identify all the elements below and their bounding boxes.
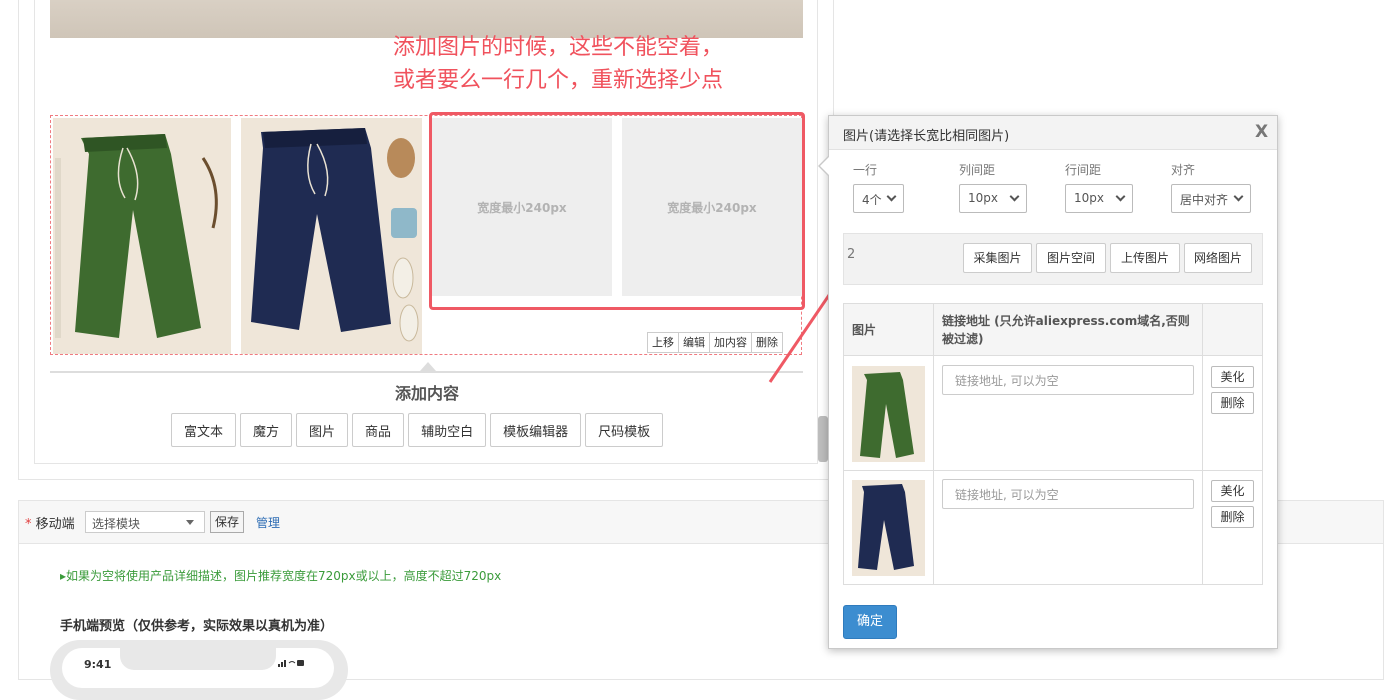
upload-image-button[interactable]: 上传图片 (1110, 243, 1180, 273)
align-value: 居中对齐 (1180, 193, 1229, 207)
template-editor-button[interactable]: 模板编辑器 (490, 413, 582, 447)
chevron-down-icon (886, 191, 897, 202)
row-link-input[interactable]: 链接地址, 可以为空 (942, 365, 1194, 395)
phone-status-icons (278, 658, 304, 670)
spacer-button[interactable]: 辅助空白 (408, 413, 487, 447)
chevron-down-icon (1233, 191, 1244, 202)
align-select[interactable]: 居中对齐 (1171, 184, 1251, 213)
dialog-title: 图片(请选择长宽比相同图片) (843, 129, 1010, 144)
per-row-label: 一行 (853, 163, 878, 177)
per-row-value: 4个 (862, 193, 882, 207)
chevron-down-icon (1115, 191, 1126, 202)
mobile-preview-title: 手机端预览（仅供参考，实际效果以真机为准） (60, 619, 334, 634)
module-select[interactable]: 选择模块 (85, 511, 205, 533)
empty-slots-highlight (429, 112, 805, 310)
row-gap-select[interactable]: 10px (1065, 184, 1133, 213)
chevron-down-icon (1009, 191, 1020, 202)
phone-time: 9:41 (84, 658, 112, 671)
phone-notch (120, 648, 276, 670)
beautify-button[interactable]: 美化 (1211, 480, 1254, 502)
image-count: 2 (847, 247, 856, 262)
mobile-tip-text: 如果为空将使用产品详细描述，图片推荐宽度在720px或以上，高度不超过720px (66, 569, 502, 583)
table-row-divider (844, 470, 1262, 471)
manage-link[interactable]: 管理 (256, 514, 280, 531)
annotation-line-1: 添加图片的时候，这些不能空着， (393, 35, 724, 60)
size-template-button[interactable]: 尺码模板 (585, 413, 664, 447)
add-content-mini-button[interactable]: 加内容 (709, 332, 752, 353)
col-image-header: 图片 (852, 323, 877, 337)
collect-images-button[interactable]: 采集图片 (963, 243, 1032, 273)
mobile-tip: ▸如果为空将使用产品详细描述，图片推荐宽度在720px或以上，高度不超过720p… (60, 567, 501, 584)
table-col-divider (933, 304, 934, 584)
magic-cube-button[interactable]: 魔方 (240, 413, 293, 447)
confirm-button[interactable]: 确定 (843, 605, 897, 639)
row-link-input[interactable]: 链接地址, 可以为空 (942, 479, 1194, 509)
product-button[interactable]: 商品 (352, 413, 405, 447)
dialog-pointer-inner (820, 156, 830, 176)
image-button[interactable]: 图片 (296, 413, 349, 447)
edit-button[interactable]: 编辑 (678, 332, 710, 353)
green-pants-image (53, 118, 231, 354)
beautify-button[interactable]: 美化 (1211, 366, 1254, 388)
move-up-button[interactable]: 上移 (647, 332, 679, 353)
col-gap-value: 10px (968, 191, 998, 205)
row-gap-value: 10px (1074, 191, 1104, 205)
col-link-header: 链接地址 (只允许aliexpress.com域名,否则被过滤) (942, 314, 1190, 346)
mobile-label-text: 移动端 (35, 517, 75, 532)
close-icon[interactable]: X (1255, 122, 1268, 142)
row-thumbnail-navy (852, 480, 925, 576)
align-label: 对齐 (1171, 163, 1196, 177)
table-col-divider (1202, 304, 1203, 584)
delete-row-button[interactable]: 删除 (1211, 392, 1254, 414)
web-image-button[interactable]: 网络图片 (1184, 243, 1252, 273)
col-gap-select[interactable]: 10px (959, 184, 1027, 213)
save-button[interactable]: 保存 (210, 511, 245, 533)
divider (50, 371, 803, 373)
mobile-label: * 移动端 (25, 513, 75, 532)
add-content-title: 添加内容 (394, 384, 459, 403)
annotation-line-2: 或者要么一行几个，重新选择少点 (393, 68, 724, 93)
divider-pointer (420, 362, 436, 371)
col-gap-label: 列间距 (959, 163, 996, 177)
caret-down-icon (186, 520, 194, 525)
required-mark: * (25, 517, 32, 532)
module-select-value: 选择模块 (92, 517, 141, 531)
image-space-button[interactable]: 图片空间 (1036, 243, 1106, 273)
navy-pants-image (241, 118, 422, 354)
row-thumbnail-green (852, 366, 925, 462)
scrollbar-thumb[interactable] (818, 416, 828, 462)
row-gap-label: 行间距 (1065, 163, 1102, 177)
per-row-select[interactable]: 4个 (853, 184, 904, 213)
delete-row-button[interactable]: 删除 (1211, 506, 1254, 528)
rich-text-button[interactable]: 富文本 (171, 413, 237, 447)
add-content-buttons: 富文本 魔方 图片 商品 辅助空白 模板编辑器 尺码模板 (171, 413, 664, 447)
